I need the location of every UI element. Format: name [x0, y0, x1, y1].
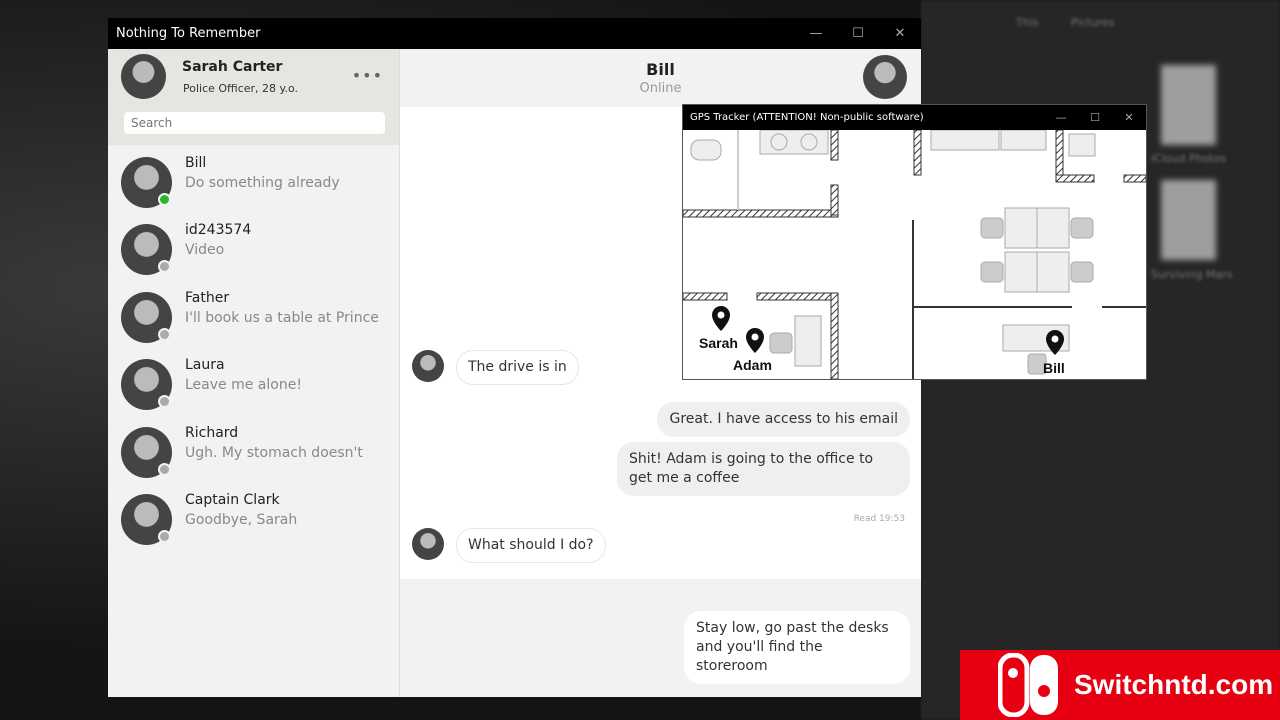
status-indicator: [158, 395, 171, 409]
contact-item[interactable]: Laura Leave me alone!: [108, 355, 400, 422]
status-indicator: [158, 260, 171, 274]
contact-item[interactable]: Richard Ugh. My stomach doesn't: [108, 423, 400, 490]
contact-last-message: I'll book us a table at Prince: [185, 309, 379, 326]
contact-item[interactable]: id243574 Video: [108, 220, 400, 287]
avatar: [863, 55, 907, 99]
close-icon[interactable]: ✕: [879, 18, 921, 49]
read-receipt: Read 19:53: [853, 514, 905, 524]
avatar: [412, 528, 444, 560]
message-incoming: What should I do?: [456, 528, 606, 563]
bg-breadcrumb: This: [1016, 16, 1039, 29]
contact-item[interactable]: Bill Do something already: [108, 153, 400, 220]
pin-label-adam: Adam: [733, 357, 772, 373]
search-input[interactable]: [124, 112, 385, 134]
contact-name: Bill: [185, 155, 207, 171]
map-pin-icon: [746, 328, 764, 353]
switch-logo-icon: [998, 653, 1058, 717]
chat-header: Bill Online: [400, 49, 921, 107]
pin-label-bill: Bill: [1043, 360, 1065, 376]
contact-item[interactable]: Father I'll book us a table at Prince: [108, 288, 400, 355]
map-pin-icon: [712, 306, 730, 331]
status-indicator: [158, 327, 171, 341]
contact-item[interactable]: Captain Clark Goodbye, Sarah: [108, 490, 400, 557]
chat-contact-status: Online: [639, 81, 682, 96]
status-indicator: [158, 462, 171, 476]
watermark-text: Switchntd.com: [1074, 669, 1274, 700]
maximize-icon[interactable]: ☐: [837, 18, 879, 49]
close-icon[interactable]: ✕: [1112, 105, 1146, 130]
avatar: [121, 54, 166, 99]
contact-name: Father: [185, 289, 230, 306]
minimize-icon[interactable]: —: [1044, 105, 1078, 130]
more-options-icon[interactable]: •••: [352, 66, 383, 85]
maximize-icon[interactable]: ☐: [1078, 105, 1112, 130]
contact-name: Captain Clark: [185, 492, 280, 508]
pin-label-sarah: Sarah: [699, 335, 738, 351]
gps-tracker-window: GPS Tracker (ATTENTION! Non-public softw…: [682, 104, 1147, 380]
folder-label: Surviving Mars: [1151, 268, 1233, 281]
contact-name: id243574: [185, 222, 252, 239]
contact-last-message: Do something already: [185, 175, 340, 191]
profile-header: Sarah Carter Police Officer, 28 y.o. •••: [108, 49, 399, 145]
minimize-icon[interactable]: —: [795, 18, 837, 49]
floor-plan-map: [682, 129, 1147, 380]
message-incoming: The drive is in: [456, 350, 579, 385]
contact-last-message: Video: [185, 242, 225, 259]
folder-label: iCloud Photos: [1151, 152, 1227, 165]
folder-icon: [1161, 65, 1216, 145]
contact-last-message: Ugh. My stomach doesn't: [185, 444, 363, 461]
gps-title-bar: GPS Tracker (ATTENTION! Non-public softw…: [683, 105, 1146, 130]
bg-breadcrumb: Pictures: [1071, 16, 1115, 29]
reply-options: Stay low, go past the desks and you'll f…: [400, 579, 921, 697]
watermark-logo: Switchntd.com: [960, 650, 1280, 720]
chat-contact-name: Bill: [646, 60, 675, 79]
gps-window-title: GPS Tracker (ATTENTION! Non-public softw…: [690, 112, 924, 123]
folder-icon: [1161, 180, 1216, 260]
reply-option-button[interactable]: Stay low, go past the desks and you'll f…: [684, 611, 910, 684]
status-indicator: [158, 530, 171, 543]
message-outgoing: Shit! Adam is going to the office to get…: [617, 442, 910, 496]
message-outgoing: Great. I have access to his email: [657, 402, 910, 437]
avatar: [412, 350, 444, 382]
window-title: Nothing To Remember: [116, 26, 261, 41]
contact-last-message: Leave me alone!: [185, 377, 302, 394]
sidebar: Sarah Carter Police Officer, 28 y.o. •••…: [108, 49, 400, 697]
status-indicator: [158, 193, 171, 206]
contact-last-message: Goodbye, Sarah: [185, 512, 298, 528]
title-bar: Nothing To Remember — ☐ ✕: [108, 18, 921, 49]
contact-name: Richard: [185, 424, 239, 441]
profile-name: Sarah Carter: [182, 59, 283, 75]
contact-name: Laura: [185, 357, 225, 374]
profile-role: Police Officer, 28 y.o.: [183, 82, 298, 95]
